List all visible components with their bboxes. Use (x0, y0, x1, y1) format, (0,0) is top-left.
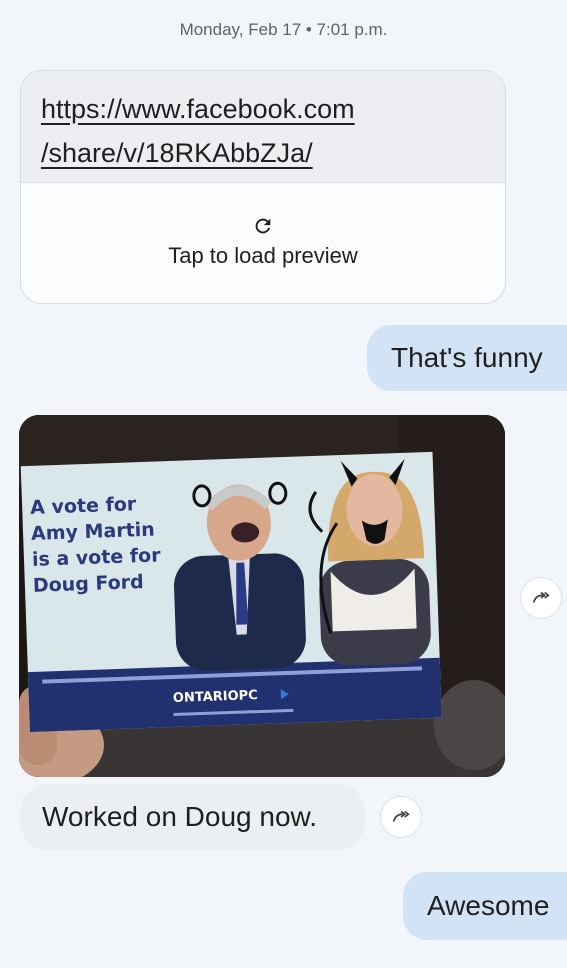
load-preview-button[interactable]: Tap to load preview (21, 183, 505, 301)
forward-button[interactable] (380, 796, 422, 838)
flyer-brand-logo: ONTARIOPC (173, 688, 258, 706)
conversation-timestamp: Monday, Feb 17 • 7:01 p.m. (179, 20, 388, 39)
link-url-line-1[interactable]: https://www.facebook.com (41, 87, 485, 131)
link-url-line-2[interactable]: /share/v/18RKAbbZJa/ (41, 131, 485, 175)
load-preview-label: Tap to load preview (168, 243, 358, 268)
forward-share-icon (392, 810, 410, 822)
message-text: Worked on Doug now. (42, 801, 317, 832)
message-text: Awesome (427, 890, 550, 921)
link-preview-card[interactable]: https://www.facebook.com /share/v/18RKAb… (20, 70, 506, 304)
message-text: That's funny (391, 342, 543, 373)
outgoing-message-bubble[interactable]: That's funny (367, 325, 567, 391)
outgoing-message-bubble[interactable]: Awesome (403, 872, 567, 940)
flyer-headline-line-3: is a vote for (32, 544, 162, 570)
link-url-area[interactable]: https://www.facebook.com /share/v/18RKAb… (21, 71, 505, 183)
refresh-icon (255, 218, 271, 234)
photo-attachment[interactable]: A vote for Amy Martin is a vote for Doug… (19, 415, 505, 777)
flyer-headline-line-1: A vote for (30, 493, 137, 519)
forward-button[interactable] (520, 577, 562, 619)
forward-share-icon (532, 591, 550, 603)
photo-image: A vote for Amy Martin is a vote for Doug… (19, 415, 505, 777)
flyer-headline-line-4: Doug Ford (33, 571, 145, 597)
flyer-headline-line-2: Amy Martin (31, 519, 155, 545)
incoming-message-bubble[interactable]: Worked on Doug now. (20, 784, 365, 850)
